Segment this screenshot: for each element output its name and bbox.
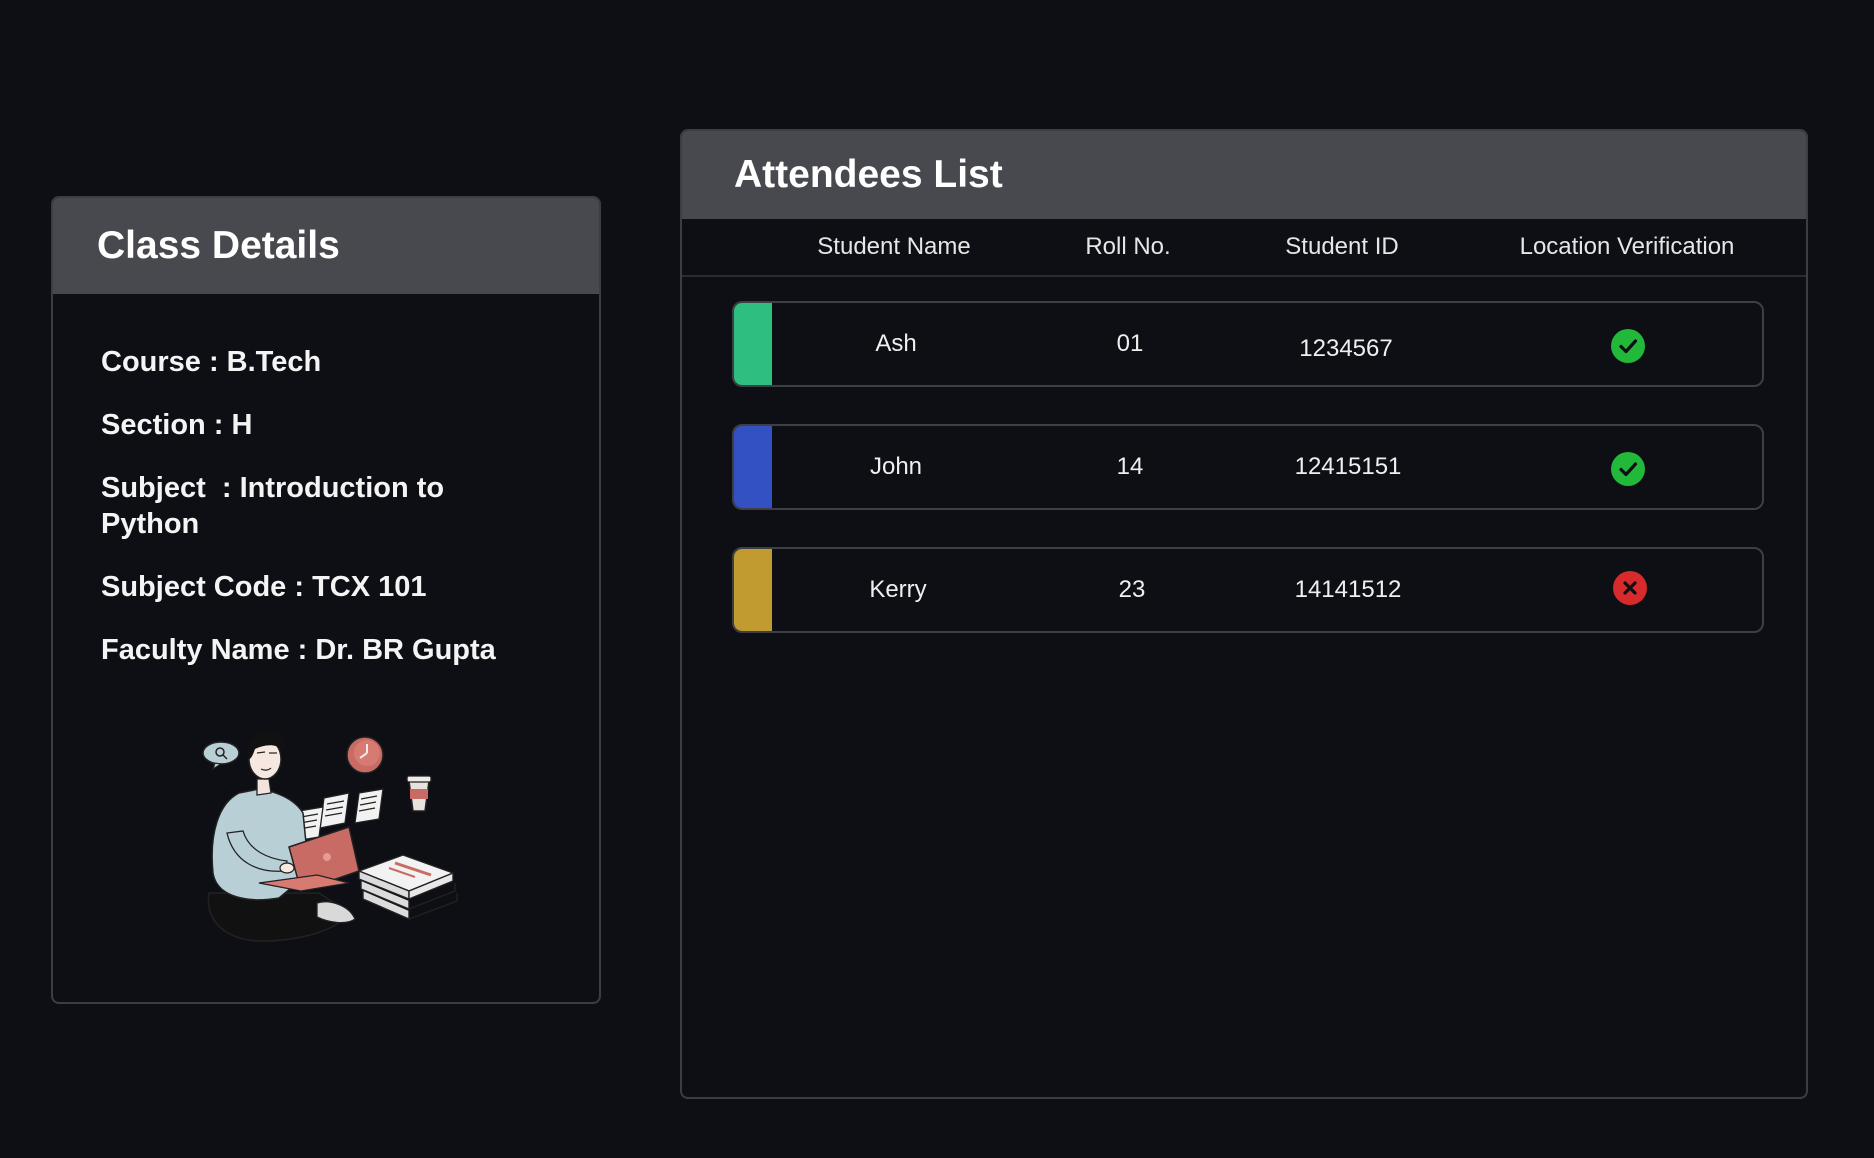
coffee-cup-icon <box>406 775 432 812</box>
table-row[interactable]: Kerry 23 14141512 <box>732 547 1764 633</box>
table-row[interactable]: Ash 01 1234567 <box>732 301 1764 387</box>
subject-detail: Subject : Introduction to Python <box>101 470 551 542</box>
search-bubble-icon <box>202 741 240 771</box>
row-accent-bar <box>734 549 772 631</box>
course-detail: Course : B.Tech <box>101 346 322 378</box>
attendees-panel: Attendees List Student Name Roll No. Stu… <box>680 129 1808 1099</box>
book-stack-icon <box>357 854 458 921</box>
student-name-cell: Kerry <box>869 576 927 603</box>
student-id-cell: 14141512 <box>1294 576 1402 603</box>
row-accent-bar <box>734 303 772 385</box>
column-header-location-verification[interactable]: Location Verification <box>1520 219 1735 275</box>
table-row[interactable]: John 14 12415151 <box>732 424 1764 510</box>
check-circle-icon <box>1611 329 1645 363</box>
x-circle-icon <box>1613 571 1647 605</box>
roll-no-cell: 01 <box>1116 330 1144 357</box>
table-header-row: Student Name Roll No. Student ID Locatio… <box>682 219 1806 277</box>
class-details-panel: Class Details Course : B.Tech Section : … <box>51 196 601 1004</box>
student-studying-illustration <box>202 731 458 942</box>
roll-no-cell: 14 <box>1116 453 1144 480</box>
column-header-roll-no[interactable]: Roll No. <box>1085 219 1170 275</box>
roll-no-cell: 23 <box>1118 576 1146 603</box>
student-name-cell: John <box>869 453 923 480</box>
subject-line-2: Python <box>101 508 200 540</box>
column-header-student-id[interactable]: Student ID <box>1285 219 1398 275</box>
clock-icon <box>346 736 384 774</box>
student-id-cell: 12415151 <box>1294 453 1402 480</box>
row-accent-bar <box>734 426 772 508</box>
attendees-header: Attendees List <box>682 131 1806 219</box>
faculty-detail: Faculty Name : Dr. BR Gupta <box>101 634 496 666</box>
attendees-title: Attendees List <box>734 153 1003 196</box>
class-details-header: Class Details <box>53 198 599 294</box>
section-detail: Section : H <box>101 409 253 441</box>
class-details-list: Course : B.Tech Section : H Subject : In… <box>53 294 599 668</box>
check-circle-icon <box>1611 452 1645 486</box>
student-id-cell: 1234567 <box>1299 335 1393 362</box>
subject-code-detail: Subject Code : TCX 101 <box>101 571 427 603</box>
student-name-cell: Ash <box>875 330 917 357</box>
column-header-student-name[interactable]: Student Name <box>817 219 970 275</box>
class-details-title: Class Details <box>97 224 340 267</box>
subject-line-1: Subject : Introduction to <box>101 472 445 504</box>
